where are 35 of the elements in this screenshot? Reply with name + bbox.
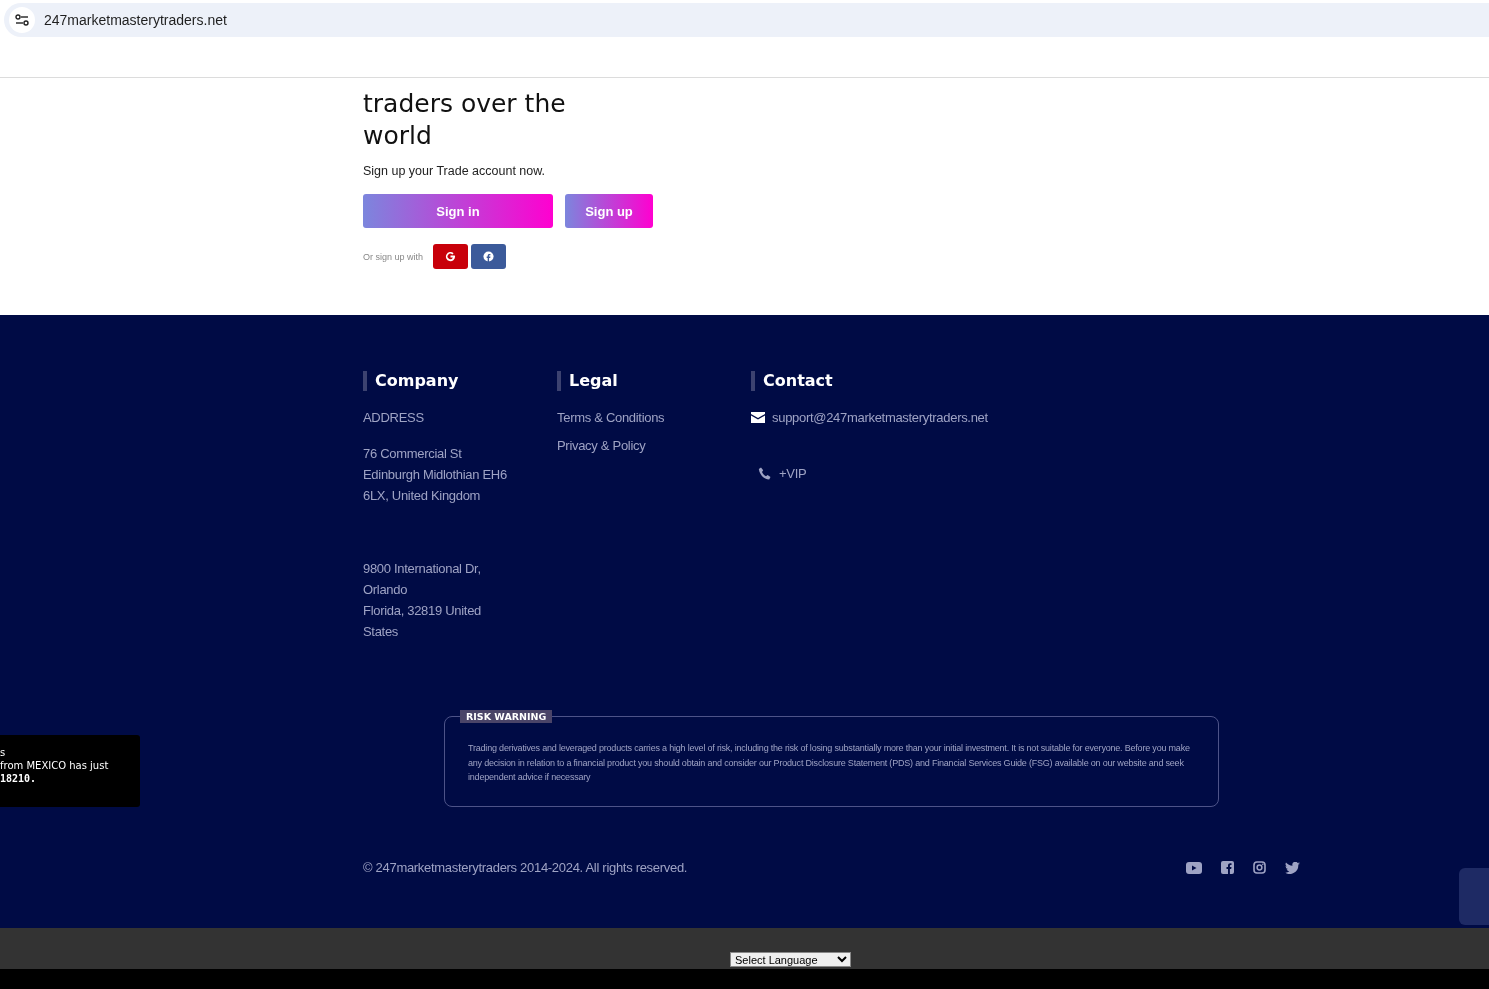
twitter-icon[interactable] <box>1285 861 1300 874</box>
address-label: ADDRESS <box>363 409 425 427</box>
notification-text: from MEXICO has just <box>0 759 110 772</box>
footer-link[interactable]: Privacy & Policy <box>557 435 751 456</box>
address-bar[interactable]: 247marketmasterytraders.net <box>4 3 1489 37</box>
auth-button[interactable]: Sign up <box>565 194 653 228</box>
footer-heading: Legal <box>557 371 751 391</box>
footer-heading: Company <box>363 371 557 391</box>
footer-link[interactable]: Terms & Conditions <box>557 407 751 428</box>
notification-text: 18210. <box>0 772 38 785</box>
risk-warning-text: Trading derivatives and leveraged products carries a high level of risk, including the risk of losing substantially more than your initial investment. It is not suitable for everyone. Before you make any decision in relation to a financial product you should obtain and consider our Product Disclosure Statement (PDS) and Financial Services Guide (FSG) available on our website and seek independent advice if necessary <box>468 742 1191 784</box>
address-text: 9800 International Dr, Orlando Florida, 32819 United States <box>363 560 482 641</box>
copyright-text: © 247marketmasterytraders 2014-2024. All rights reserved. <box>363 859 688 877</box>
auth-button[interactable]: Sign in <box>363 194 553 228</box>
phone-icon <box>758 466 772 481</box>
facebook-button[interactable] <box>471 244 507 269</box>
social-signup-label: Or sign up with <box>363 251 424 262</box>
instagram-icon[interactable] <box>1253 861 1266 874</box>
google-button[interactable] <box>433 244 469 269</box>
language-select[interactable]: Select Language <box>730 952 851 967</box>
hero-subtitle: Sign up your Trade account now. <box>363 164 547 178</box>
contact-phone: +VIP <box>779 465 807 483</box>
facebook-icon[interactable] <box>1221 861 1234 874</box>
google-g-icon <box>445 251 457 262</box>
facebook-f-icon <box>483 251 495 262</box>
address-text: 76 Commercial St Edinburgh Midlothian EH6 6LX, United Kingdom <box>363 445 508 505</box>
url-text: 247marketmasterytraders.net <box>44 12 227 28</box>
site-settings-icon[interactable] <box>9 7 35 33</box>
risk-warning-title: RISK WARNING <box>460 710 553 723</box>
footer-heading: Contact <box>751 371 988 391</box>
youtube-icon[interactable] <box>1186 861 1202 874</box>
contact-email[interactable]: support@247marketmasterytraders.net <box>772 407 988 428</box>
notification-text: s <box>0 746 7 759</box>
hero-heading: traders over the world <box>363 88 567 152</box>
envelope-icon <box>751 412 765 423</box>
